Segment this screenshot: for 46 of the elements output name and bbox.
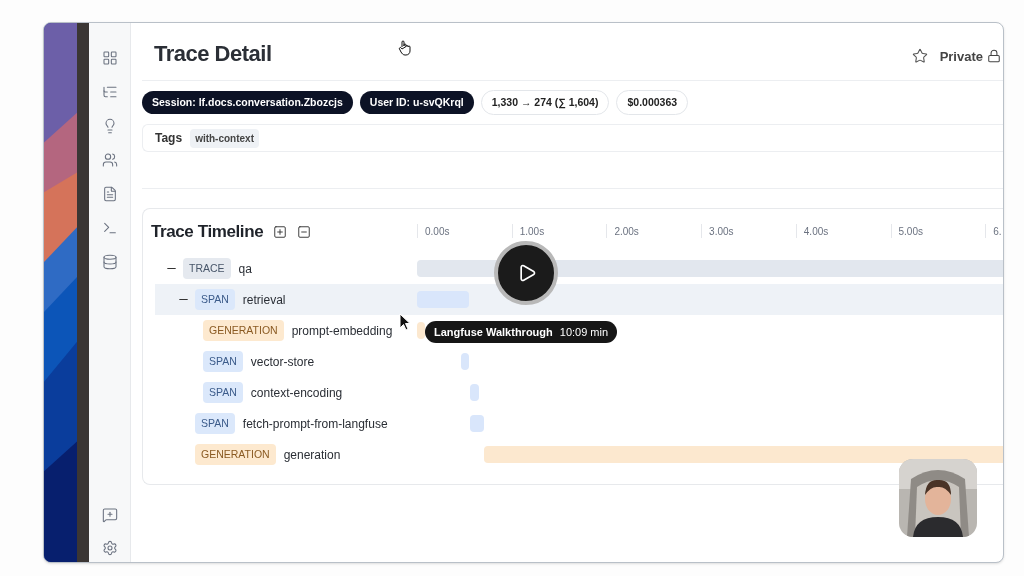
type-badge: GENERATION bbox=[195, 443, 276, 466]
list-tree-icon[interactable] bbox=[101, 84, 118, 100]
page-title: Trace Detail bbox=[154, 40, 272, 68]
terminal-icon[interactable] bbox=[101, 220, 118, 236]
selected-row[interactable]: SPAN retrieval bbox=[155, 284, 417, 315]
settings-icon[interactable] bbox=[101, 540, 118, 556]
feedback-icon[interactable] bbox=[101, 507, 118, 523]
observation-name[interactable]: fetch-prompt-from-langfuse bbox=[242, 414, 388, 433]
observation-name[interactable]: vector-store bbox=[250, 352, 315, 371]
database-icon[interactable] bbox=[101, 254, 118, 270]
lock-icon bbox=[987, 49, 1001, 64]
observation-name[interactable]: prompt-embedding bbox=[291, 321, 393, 340]
star-icon[interactable] bbox=[911, 48, 928, 65]
video-title: Langfuse Walkthrough bbox=[434, 324, 553, 340]
grid-icon[interactable] bbox=[101, 50, 118, 66]
hand-cursor-icon bbox=[398, 40, 412, 56]
pointer-cursor-icon bbox=[399, 313, 411, 331]
observation-name[interactable]: generation bbox=[283, 445, 341, 464]
type-badge: TRACE bbox=[183, 257, 231, 280]
tag-chip[interactable]: with-context bbox=[190, 128, 259, 148]
observation-name[interactable]: retrieval bbox=[242, 290, 286, 309]
time-tick-label: 1.00s bbox=[519, 224, 545, 239]
time-tick-label: 6. bbox=[993, 224, 1002, 239]
tags-label: Tags bbox=[155, 130, 183, 147]
observation-name[interactable]: qa bbox=[238, 259, 252, 278]
type-badge: SPAN bbox=[203, 350, 243, 373]
type-badge: SPAN bbox=[195, 412, 235, 435]
document-icon[interactable] bbox=[101, 186, 118, 202]
expand-all-icon[interactable] bbox=[273, 225, 288, 239]
time-tick-label: 3.00s bbox=[709, 224, 734, 239]
time-tick-label: 2.00s bbox=[614, 224, 639, 239]
users-icon[interactable] bbox=[101, 152, 118, 168]
collapse-all-icon[interactable] bbox=[297, 225, 312, 239]
time-tick-label: 0.00s bbox=[425, 224, 450, 239]
time-tick-label: 4.00s bbox=[803, 224, 829, 239]
private-button[interactable]: Private bbox=[939, 46, 1001, 66]
type-badge: GENERATION bbox=[203, 319, 284, 342]
type-badge: SPAN bbox=[195, 288, 235, 311]
info-badge: User ID: u-svQKrql bbox=[359, 90, 474, 115]
type-badge: SPAN bbox=[203, 381, 243, 404]
video-duration: 10:09 min bbox=[559, 324, 609, 340]
time-tick-label: 5.00s bbox=[898, 224, 923, 239]
observation-name[interactable]: context-encoding bbox=[250, 383, 343, 402]
info-badge: Session: lf.docs.conversation.Zbozcjs bbox=[142, 90, 353, 115]
timeline-title: Trace Timeline bbox=[151, 221, 264, 244]
play-icon bbox=[517, 263, 537, 283]
